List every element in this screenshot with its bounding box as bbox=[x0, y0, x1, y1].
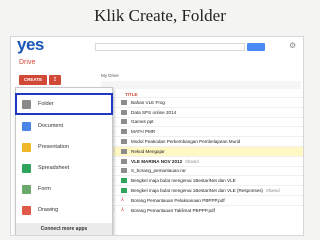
drive-title: Drive bbox=[19, 59, 36, 66]
file-name[interactable]: Games ppt bbox=[131, 119, 153, 124]
toolbar bbox=[101, 81, 301, 89]
folder-icon bbox=[121, 119, 127, 125]
file-name[interactable]: Borang Pemantauan Taklimat PBPPP.pdf bbox=[131, 208, 215, 213]
file-name[interactable]: Bengkel maja bulat mengenai 1BestariNet … bbox=[131, 178, 236, 183]
table-row[interactable]: ☆ Rekod Mengajar bbox=[99, 145, 303, 156]
create-button[interactable]: CREATE bbox=[19, 75, 47, 85]
menu-item-label: Spreadsheet bbox=[38, 165, 70, 171]
table-row[interactable]: ☆ Bengkel maja bulat mengenai 1BestariNet… bbox=[99, 185, 303, 195]
spreadsheet-icon bbox=[22, 163, 31, 173]
table-row[interactable]: ☆ VLE MARINA NOV 2012 Shared bbox=[99, 155, 303, 166]
table-row[interactable]: ☆ S_borang_pemantauan.rar bbox=[99, 165, 303, 176]
menu-item-folder[interactable]: Folder bbox=[15, 93, 113, 115]
menu-item-label: Presentation bbox=[38, 144, 69, 150]
spreadsheet-icon bbox=[121, 178, 127, 184]
drawing-icon bbox=[22, 205, 31, 215]
search-input[interactable] bbox=[95, 43, 245, 51]
table-row[interactable]: ☆ Modul Peakodan Perkembangan Pembelajara… bbox=[99, 136, 303, 146]
table-row[interactable]: ☆ ⅄ Borang Pemantauan Pelaksanaan PBPPP.pd… bbox=[99, 194, 303, 205]
spreadsheet-icon bbox=[121, 188, 127, 194]
folder-icon bbox=[121, 109, 127, 115]
folder-icon bbox=[121, 158, 127, 164]
table-row[interactable]: ☆ Games ppt bbox=[99, 116, 303, 127]
menu-item-presentation[interactable]: Presentation bbox=[16, 137, 112, 157]
menu-item-drawing[interactable]: Drawing bbox=[16, 200, 112, 220]
menu-item-label: Document bbox=[38, 123, 64, 129]
file-name[interactable]: Bengkel maja bulat mengenai 1BestariNet … bbox=[131, 188, 263, 193]
form-icon bbox=[22, 184, 31, 194]
drive-screenshot: yes ⚙ Drive CREATE ⇪ Folder Document Pre… bbox=[10, 36, 304, 236]
folder-icon bbox=[121, 129, 127, 135]
folder-icon bbox=[121, 168, 127, 174]
upload-button[interactable]: ⇪ bbox=[49, 75, 61, 85]
menu-item-label: Folder bbox=[38, 101, 54, 107]
file-name[interactable]: S_borang_pemantauan.rar bbox=[131, 168, 186, 173]
menu-item-document[interactable]: Document bbox=[16, 116, 112, 136]
folder-icon bbox=[121, 139, 127, 145]
file-name[interactable]: Data SPS online 2014 bbox=[131, 110, 176, 115]
table-row[interactable]: ☆ Bahan VLE Frog bbox=[99, 97, 303, 107]
file-name[interactable]: Rekod Mengajar bbox=[131, 149, 165, 154]
create-menu: Folder Document Presentation Spreadsheet… bbox=[15, 87, 113, 235]
document-icon bbox=[22, 121, 31, 131]
folder-icon bbox=[22, 99, 31, 109]
table-row[interactable]: ☆ MATH PMR bbox=[99, 126, 303, 136]
menu-item-label: Drawing bbox=[38, 207, 59, 213]
gear-icon[interactable]: ⚙ bbox=[289, 41, 296, 50]
folder-icon bbox=[121, 99, 127, 105]
table-row[interactable]: ☆ Data SPS online 2014 bbox=[99, 106, 303, 117]
folder-icon bbox=[121, 148, 127, 154]
pdf-icon: ⅄ bbox=[121, 206, 125, 213]
top-bar: yes ⚙ bbox=[11, 37, 303, 55]
file-name[interactable]: Modul Peakodan Perkembangan Pembelajaran… bbox=[131, 139, 240, 144]
file-name[interactable]: MATH PMR bbox=[131, 129, 155, 134]
shared-label: Shared bbox=[185, 158, 199, 164]
table-row[interactable]: ☆ Bengkel maja bulat mengenai 1BestariNet… bbox=[99, 175, 303, 185]
menu-item-form[interactable]: Form bbox=[16, 179, 112, 199]
file-name[interactable]: Bahan VLE Frog bbox=[131, 100, 165, 105]
breadcrumb[interactable]: My Drive bbox=[101, 73, 119, 78]
file-name[interactable]: Borang Pemantauan Pelaksanaan PBPPP.pdf bbox=[131, 198, 225, 203]
yes-logo: yes bbox=[17, 36, 44, 54]
file-name[interactable]: VLE MARINA NOV 2012 bbox=[131, 159, 182, 164]
presentation-icon bbox=[22, 142, 31, 152]
file-list: ☆ Bahan VLE Frog ☆ Data SPS online 2014 ☆ Gam… bbox=[99, 97, 303, 215]
slide-title: Klik Create, Folder bbox=[94, 6, 226, 25]
menu-item-spreadsheet[interactable]: Spreadsheet bbox=[16, 158, 112, 178]
shared-label: Shared bbox=[266, 188, 280, 194]
menu-item-label: Form bbox=[38, 186, 51, 192]
connect-more-apps[interactable]: Connect more apps bbox=[16, 223, 112, 235]
pdf-icon: ⅄ bbox=[121, 196, 125, 203]
file-list-area: My Drive TITLE ☆ Bahan VLE Frog ☆ Data SPS … bbox=[99, 69, 303, 235]
search-button[interactable] bbox=[247, 43, 265, 51]
table-row[interactable]: ☆ ⅄ Borang Pemantauan Taklimat PBPPP.pdf bbox=[99, 204, 303, 215]
